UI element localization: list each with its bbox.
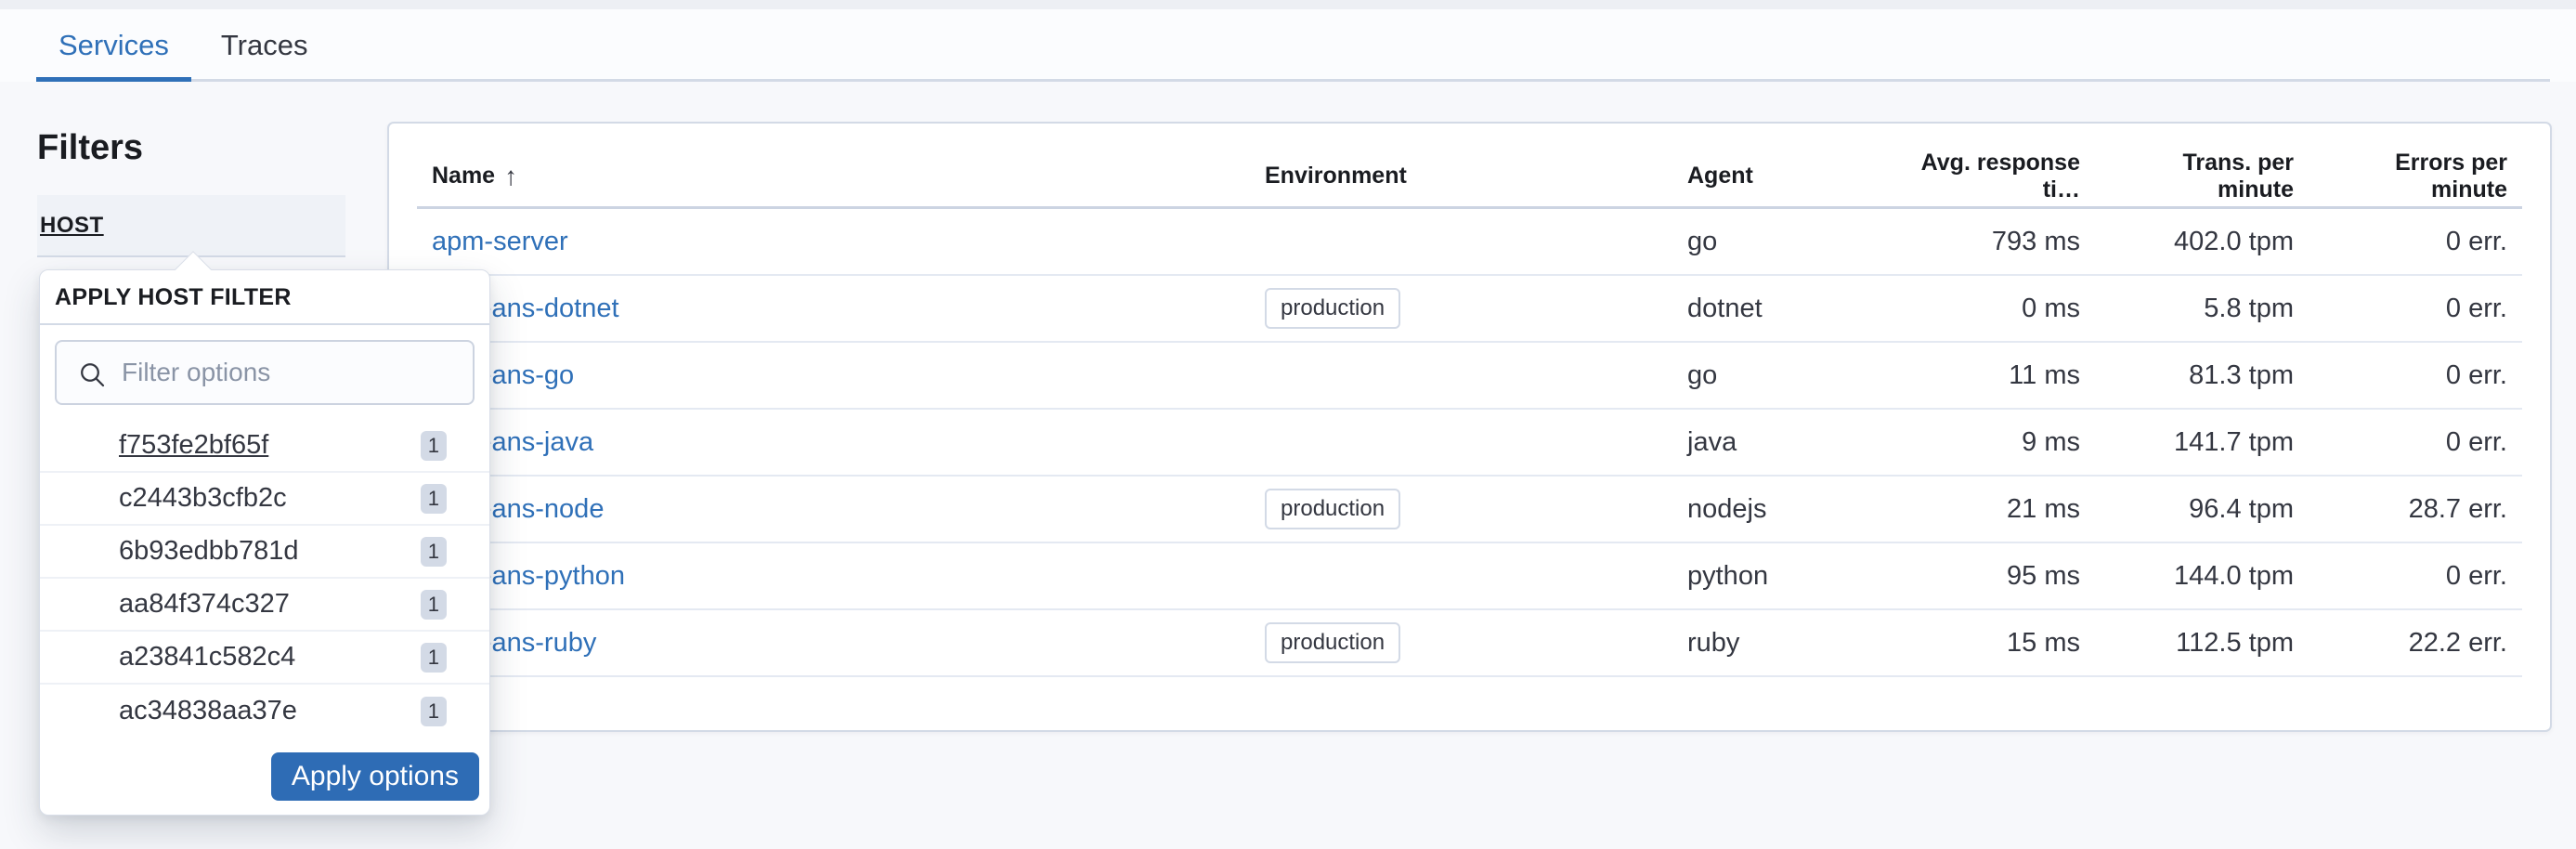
filter-options-search-input[interactable] xyxy=(57,342,473,403)
table-row: opbeans-python python 95 ms 144.0 tpm 0 … xyxy=(417,543,2522,610)
cell-environment: production xyxy=(1250,489,1672,529)
popover-search-section xyxy=(40,325,489,420)
cell-trans-per-minute: 402.0 tpm xyxy=(2095,227,2309,257)
host-option-label: aa84f374c327 xyxy=(119,589,421,620)
cell-errors-per-minute: 0 err. xyxy=(2309,561,2522,592)
host-options-list: f753fe2bf65f 1 c2443b3cfb2c 1 6b93edbb78… xyxy=(40,420,489,738)
apm-page: Services Traces Filters HOST Name ↑ Envi… xyxy=(0,0,2576,849)
column-header-name[interactable]: Name ↑ xyxy=(417,162,1250,191)
cell-name: opbeans-go xyxy=(417,360,1250,391)
popover-title: APPLY HOST FILTER xyxy=(40,270,489,325)
host-filter-popover: APPLY HOST FILTER f753fe2bf65f 1 c2443b3… xyxy=(39,269,490,816)
host-option-label: ac34838aa37e xyxy=(119,696,421,726)
tabs: Services Traces xyxy=(36,9,330,82)
table-row: opbeans-go go 11 ms 81.3 tpm 0 err. xyxy=(417,343,2522,410)
filters-heading: Filters xyxy=(37,128,143,168)
tab-bar-divider xyxy=(36,79,2550,82)
host-filter-facet[interactable]: HOST xyxy=(37,195,345,257)
service-link[interactable]: apm-server xyxy=(432,227,568,256)
host-option-count-badge: 1 xyxy=(421,643,447,673)
cell-avg-response-time: 9 ms xyxy=(1895,427,2095,458)
environment-badge: production xyxy=(1265,489,1400,529)
cell-errors-per-minute: 22.2 err. xyxy=(2309,628,2522,659)
cell-trans-per-minute: 81.3 tpm xyxy=(2095,360,2309,391)
cell-avg-response-time: 793 ms xyxy=(1895,227,2095,257)
cell-agent: dotnet xyxy=(1672,294,1895,324)
column-header-name-label: Name xyxy=(432,163,495,189)
cell-environment: production xyxy=(1250,288,1672,328)
host-option-label: a23841c582c4 xyxy=(119,642,421,673)
column-header-environment: Environment xyxy=(1250,163,1672,189)
top-chrome-strip xyxy=(0,0,2576,9)
popover-footer: Apply options xyxy=(271,752,479,801)
search-icon xyxy=(77,359,107,394)
host-option-row[interactable]: f753fe2bf65f 1 xyxy=(40,420,489,473)
cell-name: opbeans-java xyxy=(417,427,1250,458)
cell-agent: ruby xyxy=(1672,628,1895,659)
cell-environment: production xyxy=(1250,622,1672,662)
tab-services[interactable]: Services xyxy=(36,9,191,82)
table-body: apm-server go 793 ms 402.0 tpm 0 err. op… xyxy=(417,209,2522,677)
cell-trans-per-minute: 5.8 tpm xyxy=(2095,294,2309,324)
cell-trans-per-minute: 96.4 tpm xyxy=(2095,494,2309,525)
cell-name: opbeans-ruby xyxy=(417,628,1250,659)
cell-errors-per-minute: 28.7 err. xyxy=(2309,494,2522,525)
apply-options-button[interactable]: Apply options xyxy=(271,752,479,801)
column-header-avg-response[interactable]: Avg. response ti… xyxy=(1895,150,2095,203)
cell-name: apm-server xyxy=(417,227,1250,257)
host-facet-label: HOST xyxy=(40,213,104,239)
cell-agent: python xyxy=(1672,561,1895,592)
cell-trans-per-minute: 112.5 tpm xyxy=(2095,628,2309,659)
host-option-row[interactable]: 6b93edbb781d 1 xyxy=(40,526,489,579)
tab-traces-label: Traces xyxy=(221,29,308,62)
host-option-row[interactable]: aa84f374c327 1 xyxy=(40,579,489,632)
host-option-label: 6b93edbb781d xyxy=(119,536,421,567)
table-row: opbeans-ruby production ruby 15 ms 112.5… xyxy=(417,610,2522,677)
cell-errors-per-minute: 0 err. xyxy=(2309,294,2522,324)
column-header-errors-per-minute[interactable]: Errors per minute xyxy=(2309,150,2522,203)
environment-badge: production xyxy=(1265,288,1400,328)
table-row: opbeans-node production nodejs 21 ms 96.… xyxy=(417,477,2522,543)
cell-name: opbeans-dotnet xyxy=(417,294,1250,324)
table-row: apm-server go 793 ms 402.0 tpm 0 err. xyxy=(417,209,2522,276)
cell-avg-response-time: 21 ms xyxy=(1895,494,2095,525)
cell-avg-response-time: 15 ms xyxy=(1895,628,2095,659)
table-row: opbeans-dotnet production dotnet 0 ms 5.… xyxy=(417,276,2522,343)
cell-errors-per-minute: 0 err. xyxy=(2309,427,2522,458)
cell-trans-per-minute: 144.0 tpm xyxy=(2095,561,2309,592)
host-option-label: c2443b3cfb2c xyxy=(119,483,421,514)
cell-avg-response-time: 0 ms xyxy=(1895,294,2095,324)
cell-avg-response-time: 11 ms xyxy=(1895,360,2095,391)
table-header-row: Name ↑ Environment Agent Avg. response t… xyxy=(417,124,2522,209)
host-option-row[interactable]: a23841c582c4 1 xyxy=(40,632,489,685)
host-option-count-badge: 1 xyxy=(421,590,447,620)
cell-name: opbeans-python xyxy=(417,561,1250,592)
services-table-panel: Name ↑ Environment Agent Avg. response t… xyxy=(387,122,2552,732)
tab-services-label: Services xyxy=(59,29,169,62)
tab-bar: Services Traces xyxy=(0,9,2576,82)
host-option-row[interactable]: c2443b3cfb2c 1 xyxy=(40,473,489,526)
host-option-row[interactable]: ac34838aa37e 1 xyxy=(40,685,489,738)
filter-search-box xyxy=(55,340,475,405)
sort-ascending-icon: ↑ xyxy=(504,162,517,191)
host-option-count-badge: 1 xyxy=(421,697,447,726)
cell-errors-per-minute: 0 err. xyxy=(2309,360,2522,391)
cell-agent: nodejs xyxy=(1672,494,1895,525)
column-header-agent: Agent xyxy=(1672,163,1895,189)
host-option-count-badge: 1 xyxy=(421,484,447,514)
cell-avg-response-time: 95 ms xyxy=(1895,561,2095,592)
table-row: opbeans-java java 9 ms 141.7 tpm 0 err. xyxy=(417,410,2522,477)
cell-name: opbeans-node xyxy=(417,494,1250,525)
host-option-count-badge: 1 xyxy=(421,431,447,461)
host-option-count-badge: 1 xyxy=(421,537,447,567)
column-header-trans-per-minute[interactable]: Trans. per minute xyxy=(2095,150,2309,203)
cell-trans-per-minute: 141.7 tpm xyxy=(2095,427,2309,458)
cell-errors-per-minute: 0 err. xyxy=(2309,227,2522,257)
cell-agent: go xyxy=(1672,227,1895,257)
host-option-label: f753fe2bf65f xyxy=(119,430,421,461)
tab-traces[interactable]: Traces xyxy=(199,9,331,82)
cell-agent: java xyxy=(1672,427,1895,458)
cell-agent: go xyxy=(1672,360,1895,391)
environment-badge: production xyxy=(1265,622,1400,662)
